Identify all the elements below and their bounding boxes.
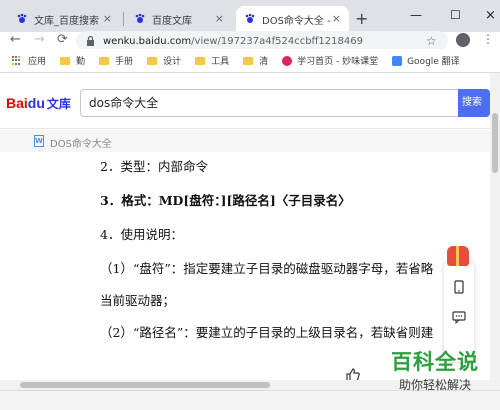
account-avatar-icon[interactable]: [456, 33, 470, 47]
doc-line: 3．格式：MD[盘符：][路径名]〈子目录名〉: [100, 193, 351, 208]
doc-line: （2）“路径名”：要建立的子目录的上级目录名，若缺省则建: [100, 325, 434, 340]
mobile-icon[interactable]: [452, 280, 466, 294]
vertical-scrollbar[interactable]: [490, 73, 500, 380]
tab-separator: [123, 12, 124, 26]
folder-icon: [195, 56, 206, 65]
tab-label: 百度文库: [152, 15, 192, 27]
doc-title: DOS命令大全: [50, 139, 112, 150]
baidu-wenku-logo[interactable]: Baidu 文库: [6, 95, 71, 112]
tab-label: 文库_百度搜索: [34, 15, 99, 27]
tab-close-icon[interactable]: ×: [332, 12, 341, 25]
bookmarks-bar: 应用 勤 手册 设计 工具 清 学习首页 - 妙味课堂 Google 翻译: [0, 49, 500, 73]
bookmark-folder[interactable]: 勤: [60, 54, 85, 67]
bookmark-label: 学习首页 - 妙味课堂: [297, 57, 379, 67]
comment-icon[interactable]: [452, 310, 466, 324]
tab-dos-commands[interactable]: DOS命令大全 - 百度 ×: [236, 6, 349, 32]
tab-baidu-search[interactable]: 文库_百度搜索 ×: [8, 6, 120, 32]
bookmark-folder[interactable]: 设计: [147, 54, 181, 67]
word-doc-icon: W: [34, 135, 44, 147]
lock-icon: [87, 36, 94, 46]
tab-baidu-wenku[interactable]: 百度文库 ×: [126, 6, 232, 32]
bookmark-label: 应用: [28, 57, 47, 67]
bookmark-label: Google 翻译: [407, 57, 460, 67]
address-bar[interactable]: wenku.baidu.com/view/197237a4f524ccbff12…: [76, 31, 448, 51]
folder-icon: [60, 56, 71, 65]
folder-icon: [243, 56, 254, 65]
browser-menu-icon[interactable]: ⋮: [482, 32, 494, 46]
baidu-paw-icon: [245, 13, 255, 23]
baidu-paw-icon: [135, 13, 145, 23]
search-input[interactable]: dos命令大全: [80, 89, 458, 117]
watermark-sub: 助你轻松解决: [398, 378, 471, 392]
bookmark-google-translate[interactable]: Google 翻译: [392, 54, 460, 67]
browser-toolbar: ← → ⟳ wenku.baidu.com/view/197237a4f524c…: [0, 31, 500, 51]
bookmark-label: 设计: [163, 57, 182, 67]
gift-icon[interactable]: [447, 246, 469, 266]
bookmark-star-icon[interactable]: ☆: [426, 34, 437, 48]
bookmark-label: 勤: [76, 57, 86, 67]
back-button[interactable]: ←: [10, 32, 21, 47]
scrollbar-thumb[interactable]: [492, 113, 498, 173]
forward-button[interactable]: →: [34, 32, 45, 47]
logo-wenku: 文库: [46, 97, 71, 111]
watermark-logo: 百科全说 助你轻松解决: [376, 346, 494, 393]
status-bar: [0, 390, 500, 410]
doc-line: （1）“盘符”：指定要建立子目录的磁盘驱动器字母，若省略: [100, 261, 434, 276]
close-window-button[interactable]: ×: [485, 8, 496, 23]
new-tab-button[interactable]: +: [355, 9, 368, 28]
wenku-header: Baidu 文库 dos命令大全 搜索: [0, 73, 490, 129]
bookmark-label: 清: [259, 57, 269, 67]
doc-title-bar: W DOS命令大全: [0, 130, 490, 152]
bookmark-label: 手册: [115, 57, 134, 67]
minimize-button[interactable]: —: [410, 8, 422, 22]
search-button[interactable]: 搜索: [458, 89, 490, 117]
reload-button[interactable]: ⟳: [57, 32, 68, 47]
miaowei-icon: [282, 55, 293, 66]
scrollbar-thumb[interactable]: [20, 382, 270, 388]
baidu-paw-icon: [17, 13, 27, 23]
tab-label: DOS命令大全 - 百度: [262, 15, 332, 27]
bookmark-label: 工具: [211, 57, 230, 67]
bookmark-apps[interactable]: 应用: [12, 54, 46, 67]
doc-line: 4．使用说明：: [100, 227, 183, 242]
bookmark-folder[interactable]: 清: [243, 54, 268, 67]
url-path: /view/197237a4f524ccbff1218469: [191, 35, 363, 47]
google-translate-icon: [392, 55, 403, 66]
doc-line: 2．类型：内部命令: [100, 159, 208, 174]
tab-close-icon[interactable]: ×: [215, 12, 224, 25]
watermark-main: 百科全说: [391, 350, 479, 374]
maximize-button[interactable]: ☐: [450, 8, 461, 22]
apps-grid-icon: [12, 55, 22, 66]
logo-du: du: [27, 95, 45, 111]
bookmark-folder[interactable]: 手册: [99, 54, 133, 67]
logo-bai: Bai: [6, 95, 28, 111]
tab-strip: 文库_百度搜索 × 百度文库 × DOS命令大全 - 百度 × + — ☐ ×: [0, 0, 500, 32]
tab-close-icon[interactable]: ×: [103, 12, 112, 25]
bookmark-miaowei[interactable]: 学习首页 - 妙味课堂: [282, 54, 378, 67]
url-host: wenku.baidu.com: [103, 35, 192, 47]
bookmark-folder[interactable]: 工具: [195, 54, 229, 67]
folder-icon: [99, 56, 110, 65]
folder-icon: [147, 56, 158, 65]
doc-line: 当前驱动器；: [100, 293, 176, 308]
